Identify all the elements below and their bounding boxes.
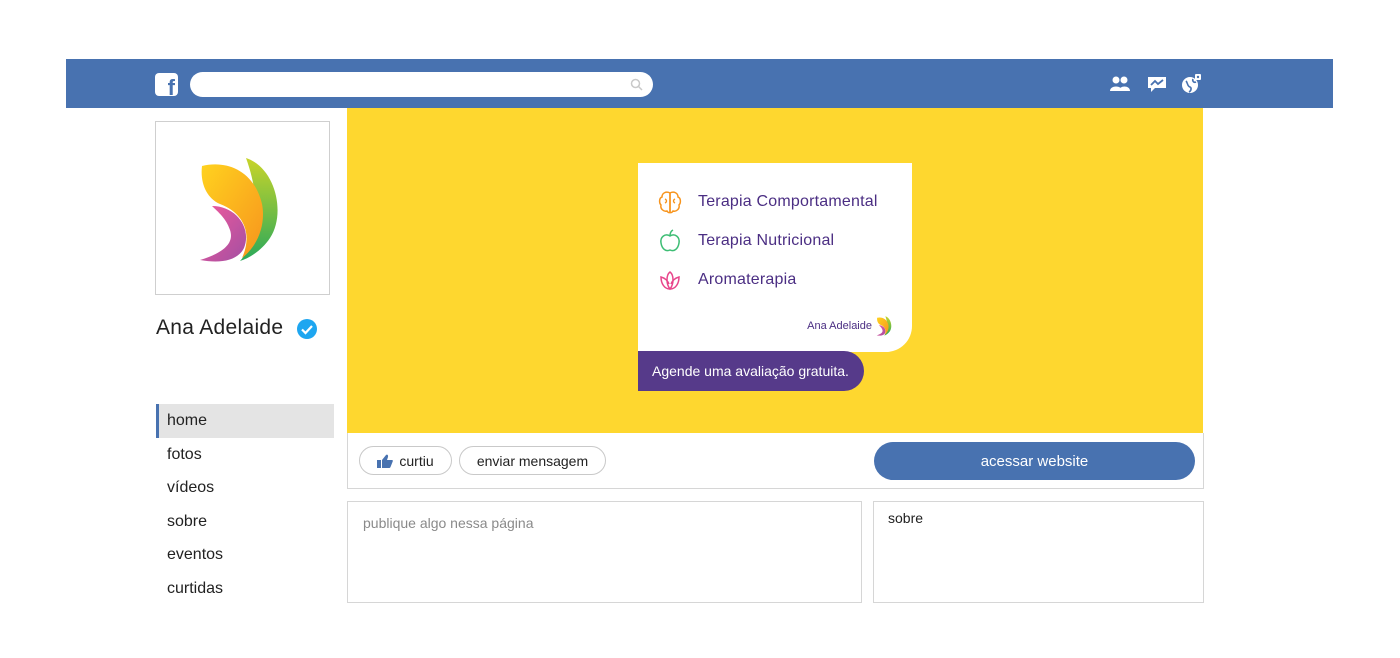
search-icon[interactable] [630, 78, 643, 91]
services-card: Terapia Comportamental Terapia Nutricion… [638, 163, 912, 352]
cover-image: Terapia Comportamental Terapia Nutricion… [347, 108, 1203, 433]
visit-website-button[interactable]: acessar website [874, 442, 1195, 480]
nav-item-videos[interactable]: vídeos [156, 471, 334, 505]
post-input[interactable] [363, 512, 843, 534]
send-message-button[interactable]: enviar mensagem [459, 446, 606, 475]
service-label: Terapia Nutricional [698, 232, 835, 249]
about-panel: sobre [873, 501, 1204, 603]
messages-icon[interactable] [1146, 73, 1168, 95]
butterfly-logo-icon [200, 158, 278, 262]
search-bar[interactable] [190, 72, 653, 97]
profile-name[interactable]: Ana Adelaide [156, 316, 283, 340]
facebook-logo-letter: f [167, 75, 175, 97]
post-composer[interactable] [347, 501, 862, 603]
lotus-icon [660, 271, 680, 291]
cta-banner: Agende uma avaliação gratuita. [638, 351, 864, 391]
verified-badge-icon [297, 319, 317, 339]
friends-icon[interactable] [1109, 73, 1131, 95]
page-action-bar: curtiu enviar mensagem acessar website [347, 433, 1204, 489]
service-item: Terapia Comportamental [656, 188, 878, 216]
page-navigation: home fotos vídeos sobre eventos curtidas [156, 404, 334, 605]
brand-name: Ana Adelaide [807, 320, 872, 332]
butterfly-logo-icon [876, 316, 892, 336]
brand-signature: Ana Adelaide [807, 314, 894, 338]
service-item: Aromaterapia [656, 266, 796, 294]
profile-picture[interactable] [155, 121, 330, 295]
nav-item-home[interactable]: home [156, 404, 334, 438]
like-label: curtiu [399, 452, 434, 469]
service-label: Aromaterapia [698, 271, 797, 288]
globe-notifications-icon[interactable] [1180, 73, 1202, 95]
nav-item-curtidas[interactable]: curtidas [156, 572, 334, 606]
apple-icon [660, 229, 680, 252]
top-navigation-bar: f [66, 59, 1333, 108]
service-item: Terapia Nutricional [656, 227, 834, 255]
nav-item-sobre[interactable]: sobre [156, 505, 334, 539]
facebook-logo-icon[interactable]: f [155, 73, 178, 96]
nav-item-fotos[interactable]: fotos [156, 438, 334, 472]
like-button[interactable]: curtiu [359, 446, 452, 475]
brain-icon [658, 191, 682, 214]
about-title: sobre [888, 510, 924, 526]
thumbs-up-icon [377, 454, 394, 468]
nav-item-eventos[interactable]: eventos [156, 538, 334, 572]
service-label: Terapia Comportamental [698, 193, 878, 210]
